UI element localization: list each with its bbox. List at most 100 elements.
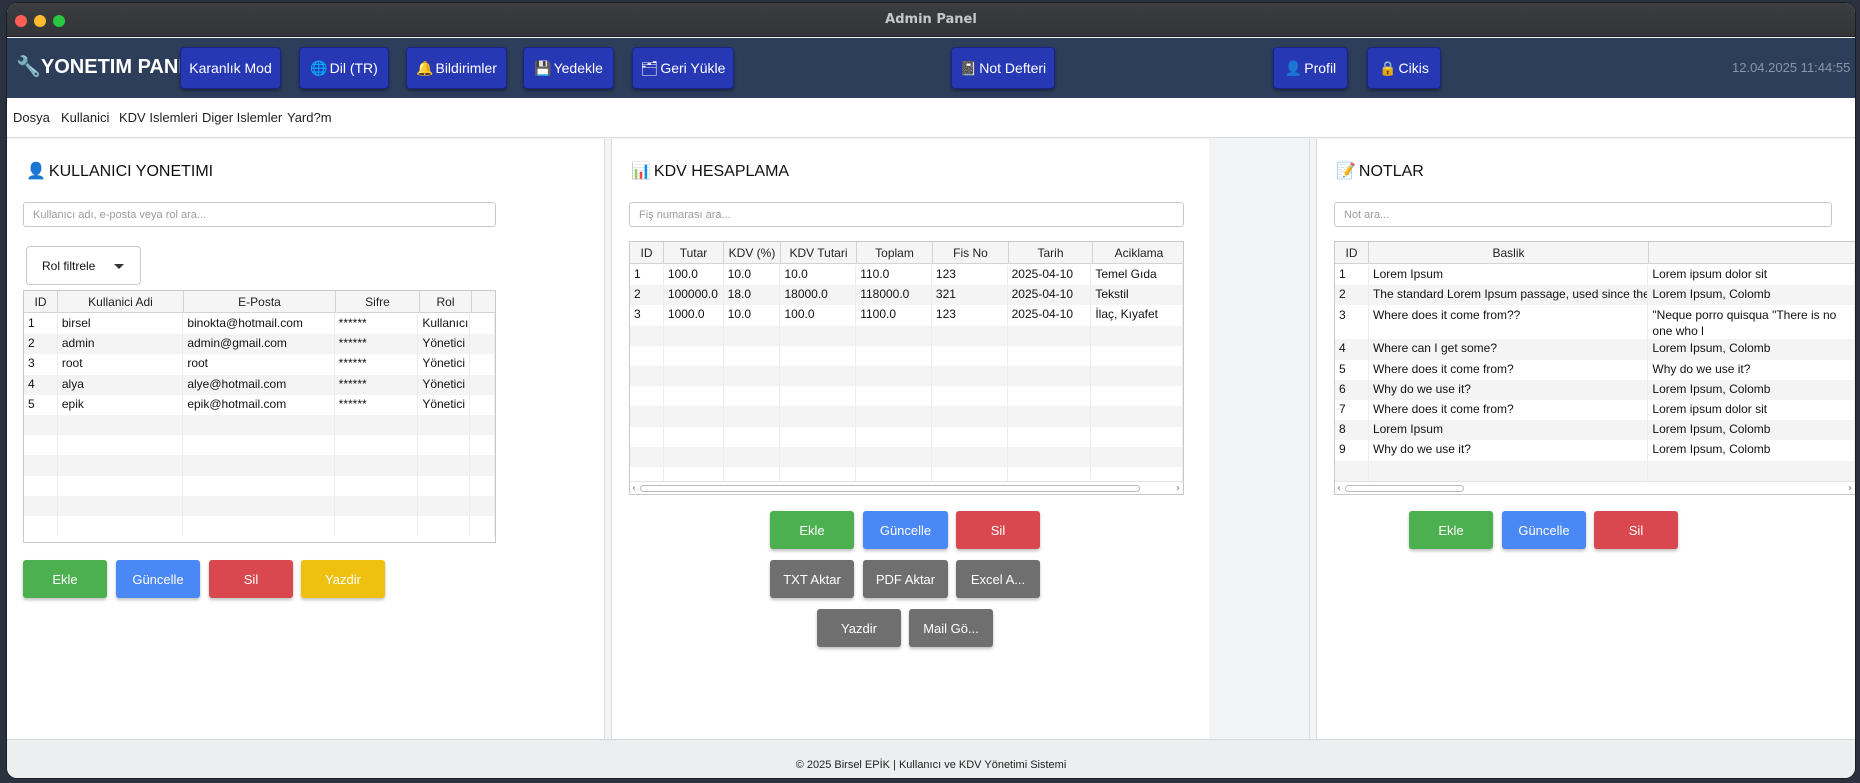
column-header[interactable]: Tarih bbox=[1009, 242, 1093, 264]
pdf-export-button[interactable]: PDF Aktar bbox=[863, 560, 948, 598]
notes-update-button[interactable]: Güncelle bbox=[1502, 511, 1586, 549]
table-cell bbox=[724, 426, 781, 447]
table-row[interactable]: 4 Where can I get some? Lorem Ipsum, Colom… bbox=[1335, 339, 1855, 360]
table-row[interactable]: 6 Why do we use it? Lorem Ipsum, Colomb bbox=[1335, 379, 1855, 400]
backup-button[interactable]: 💾 Yedekle bbox=[523, 47, 614, 89]
column-header[interactable]: Baslik bbox=[1369, 242, 1649, 264]
menu-kdv-islemleri[interactable]: KDV Islemleri bbox=[119, 110, 198, 125]
table-row[interactable]: 9 Why do we use it? Lorem Ipsum, Colomb bbox=[1335, 440, 1855, 461]
panel-divider[interactable] bbox=[1309, 139, 1317, 739]
column-header[interactable]: Toplam bbox=[857, 242, 933, 264]
users-add-button[interactable]: Ekle bbox=[23, 560, 107, 598]
excel-export-button[interactable]: Excel A... bbox=[956, 560, 1040, 598]
profile-button[interactable]: 👤 Profil bbox=[1273, 47, 1348, 89]
logout-button[interactable]: 🔒 Cikis bbox=[1367, 47, 1441, 89]
table-row[interactable]: 7 Where does it come from? Lorem ipsum dol… bbox=[1335, 399, 1855, 421]
column-header[interactable]: KDV (%) bbox=[724, 242, 781, 264]
empty-table-row[interactable] bbox=[630, 365, 1183, 387]
empty-table-row[interactable] bbox=[630, 386, 1183, 407]
notes-delete-button[interactable]: Sil bbox=[1594, 511, 1678, 549]
table-cell: ****** bbox=[335, 394, 419, 415]
column-header[interactable]: Fis No bbox=[933, 242, 1009, 264]
txt-export-button[interactable]: TXT Aktar bbox=[770, 560, 854, 598]
menu-kullanici[interactable]: Kullanici bbox=[61, 110, 109, 125]
table-row[interactable]: 3 root root ****** Yönetici bbox=[24, 354, 495, 375]
table-row[interactable]: 2 The standard Lorem Ipsum passage, used … bbox=[1335, 285, 1855, 306]
table-row[interactable]: 1 birsel binokta@hotmail.com ****** Kullanıc… bbox=[24, 314, 495, 335]
empty-table-row[interactable] bbox=[630, 446, 1183, 467]
mail-send-button[interactable]: Mail Gö... bbox=[909, 609, 993, 647]
restore-button[interactable]: 🗂 Geri Yükle bbox=[632, 47, 734, 89]
column-header[interactable]: ID bbox=[1335, 242, 1369, 264]
empty-table-row[interactable] bbox=[630, 325, 1183, 346]
table-row[interactable]: 1 Lorem Ipsum Lorem ipsum dolor sit bbox=[1335, 265, 1855, 286]
notes-search-input[interactable] bbox=[1335, 203, 1831, 227]
users-panel-title-text: KULLANICI YONETIMI bbox=[48, 163, 214, 180]
empty-table-row[interactable] bbox=[24, 515, 495, 537]
table-row[interactable]: 4 alya alye@hotmail.com ****** Yönetici bbox=[24, 374, 495, 395]
table-row[interactable]: 5 Where does it come from? Why do we use i… bbox=[1335, 359, 1855, 380]
column-header[interactable]: ID bbox=[630, 242, 664, 264]
table-row[interactable]: 2 100000.0 18.0 18000.0 118000.0 321 2025-04-1… bbox=[630, 285, 1183, 306]
table-row[interactable]: 3 Where does it come from?? "Neque porro q… bbox=[1335, 305, 1855, 340]
kdv-horizontal-scrollbar[interactable]: ‹ › bbox=[630, 481, 1183, 494]
table-row[interactable]: 2 admin admin@gmail.com ****** Yönetici bbox=[24, 334, 495, 355]
notifications-button[interactable]: 🔔 Bildirimler bbox=[406, 47, 507, 89]
table-cell: binokta@hotmail.com bbox=[183, 314, 335, 335]
column-header[interactable] bbox=[1649, 242, 1855, 264]
notes-horizontal-scrollbar[interactable]: ‹ › bbox=[1335, 481, 1855, 494]
scroll-left-icon[interactable]: ‹ bbox=[1337, 483, 1341, 494]
table-cell: epik@hotmail.com bbox=[183, 394, 335, 415]
users-print-button[interactable]: Yazdir bbox=[301, 560, 385, 598]
scrollbar-thumb[interactable] bbox=[1345, 485, 1464, 492]
table-cell: Lorem Ipsum bbox=[1369, 420, 1649, 441]
empty-table-row[interactable] bbox=[24, 414, 495, 436]
table-cell bbox=[335, 515, 419, 537]
panel-divider[interactable] bbox=[604, 139, 612, 739]
empty-table-row[interactable] bbox=[24, 455, 495, 476]
column-header[interactable]: Aciklama bbox=[1093, 242, 1183, 264]
empty-table-row[interactable] bbox=[24, 475, 495, 496]
kdv-print-button[interactable]: Yazdir bbox=[817, 609, 901, 647]
menu-dosya[interactable]: Dosya bbox=[13, 110, 50, 125]
users-delete-button[interactable]: Sil bbox=[209, 560, 293, 598]
column-header[interactable]: KDV Tutari bbox=[781, 242, 857, 264]
notes-add-button[interactable]: Ekle bbox=[1409, 511, 1493, 549]
table-cell: Why do we use it? bbox=[1648, 359, 1855, 380]
dark-mode-button[interactable]: Karanlık Mod bbox=[180, 47, 281, 89]
empty-table-row[interactable] bbox=[24, 435, 495, 456]
empty-table-row[interactable] bbox=[630, 426, 1183, 447]
column-header[interactable]: Sifre bbox=[336, 291, 420, 313]
kdv-add-button[interactable]: Ekle bbox=[770, 511, 854, 549]
scrollbar-thumb[interactable] bbox=[640, 485, 1140, 492]
column-header[interactable]: Tutar bbox=[664, 242, 724, 264]
table-row[interactable]: 8 Lorem Ipsum Lorem Ipsum, Colomb bbox=[1335, 420, 1855, 441]
users-update-button[interactable]: Güncelle bbox=[116, 560, 200, 598]
empty-table-row[interactable] bbox=[630, 345, 1183, 366]
kdv-delete-button[interactable]: Sil bbox=[956, 511, 1040, 549]
table-row[interactable]: 5 epik epik@hotmail.com ****** Yönetici bbox=[24, 394, 495, 415]
scroll-right-icon[interactable]: › bbox=[1848, 483, 1852, 494]
empty-table-row[interactable] bbox=[1335, 460, 1855, 481]
role-filter-dropdown[interactable]: Rol filtrele bbox=[26, 246, 141, 285]
table-row[interactable]: 3 1000.0 10.0 100.0 1100.0 123 2025-04-10 İlaç,… bbox=[630, 305, 1183, 326]
column-header[interactable]: Rol bbox=[420, 291, 472, 313]
column-header[interactable]: Kullanici Adi bbox=[58, 291, 184, 313]
scroll-left-icon[interactable]: ‹ bbox=[632, 483, 636, 494]
language-button[interactable]: 🌐 Dil (TR) bbox=[299, 47, 389, 89]
empty-table-row[interactable] bbox=[630, 406, 1183, 427]
table-cell bbox=[24, 495, 58, 516]
menu-yardim[interactable]: Yard?m bbox=[287, 110, 332, 125]
notebook-button[interactable]: 📓 Not Defteri bbox=[951, 47, 1055, 89]
menu-diger-islemler[interactable]: Diger Islemler bbox=[202, 110, 282, 125]
kdv-update-button[interactable]: Güncelle bbox=[863, 511, 948, 549]
column-header[interactable]: E-Posta bbox=[184, 291, 336, 313]
kdv-search-input[interactable] bbox=[630, 203, 1183, 227]
scroll-right-icon[interactable]: › bbox=[1176, 483, 1180, 494]
table-cell bbox=[856, 325, 932, 346]
column-header[interactable]: ID bbox=[24, 291, 58, 313]
table-row[interactable]: 1 100.0 10.0 10.0 110.0 123 2025-04-10 Temel Gı… bbox=[630, 265, 1183, 286]
users-search-input[interactable] bbox=[24, 203, 495, 227]
empty-table-row[interactable] bbox=[24, 495, 495, 516]
table-cell bbox=[470, 495, 495, 516]
